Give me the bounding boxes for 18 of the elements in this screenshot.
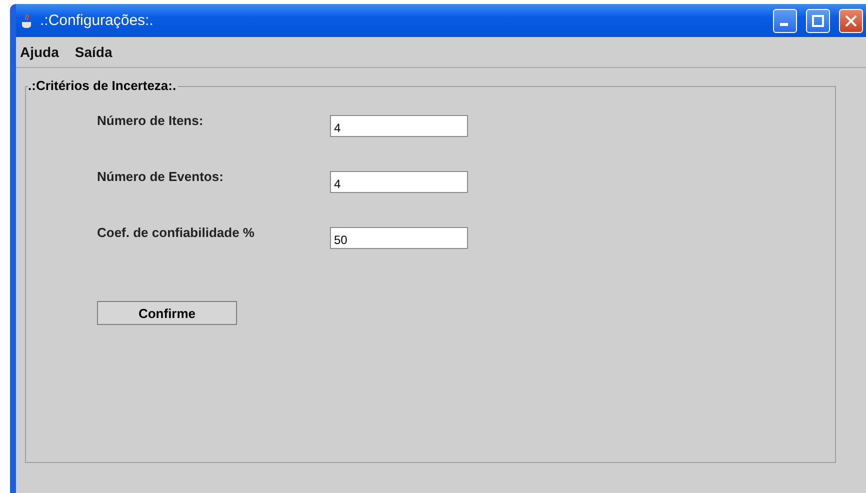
minimize-button[interactable] xyxy=(773,8,797,32)
field-label: Número de Eventos: xyxy=(97,169,224,184)
input-field[interactable]: 4 xyxy=(330,171,468,193)
menu-item[interactable]: Saída xyxy=(74,44,112,60)
close-icon xyxy=(845,14,857,26)
minimize-icon xyxy=(780,23,788,26)
field-label: Coef. de confiabilidade % xyxy=(97,225,256,240)
close-button[interactable] xyxy=(839,8,863,32)
window-title: .:Configurações:. xyxy=(40,12,154,29)
menu-item[interactable]: Ajuda xyxy=(20,44,59,60)
field-label: Número de Itens: xyxy=(97,113,204,128)
cup-icon xyxy=(20,12,34,28)
input-field[interactable]: 50 xyxy=(330,227,468,249)
input-field[interactable]: 4 xyxy=(330,115,468,137)
maximize-icon xyxy=(812,14,824,26)
confirm-button[interactable]: Confirme xyxy=(97,301,237,325)
group-title: .:Critérios de Incerteza:. xyxy=(28,78,178,93)
maximize-button[interactable] xyxy=(806,8,830,32)
